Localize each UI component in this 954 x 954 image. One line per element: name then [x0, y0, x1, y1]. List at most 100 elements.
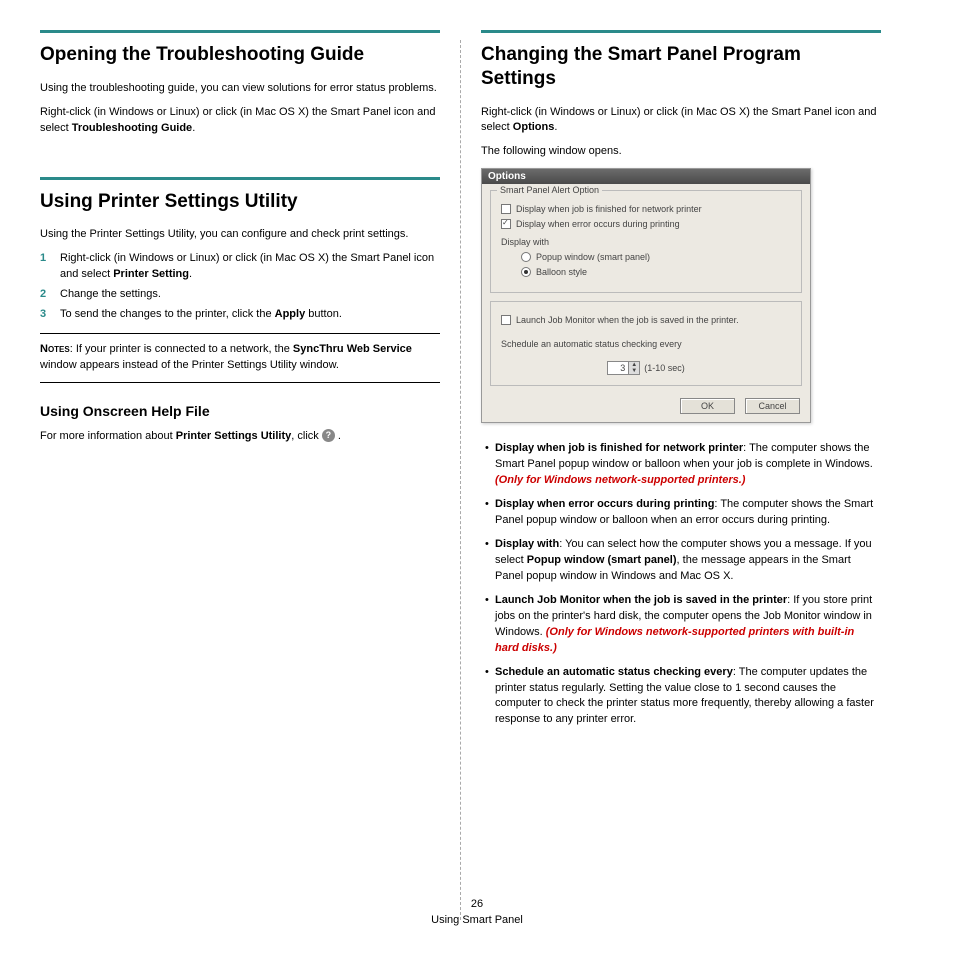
paragraph: The following window opens.	[481, 144, 881, 160]
dialog-body: Smart Panel Alert Option Display when jo…	[482, 184, 810, 422]
bullet-text: Display when job is finished for network…	[495, 441, 881, 489]
radio-label: Balloon style	[536, 267, 587, 277]
heading-troubleshooting: Opening the Troubleshooting Guide	[40, 30, 440, 67]
text: button.	[305, 308, 342, 320]
page-number: 26	[0, 897, 954, 912]
step-number: 3	[40, 307, 60, 323]
checkbox-label: Display when job is finished for network…	[516, 204, 702, 214]
radio-popup[interactable]	[521, 252, 531, 262]
text: Change the settings.	[60, 288, 161, 300]
notes-box: Notes: If your printer is connected to a…	[40, 333, 440, 383]
paragraph: Using the troubleshooting guide, you can…	[40, 81, 440, 97]
bullet-text: Schedule an automatic status checking ev…	[495, 665, 881, 729]
bullet-icon: •	[481, 497, 495, 529]
footer: 26 Using Smart Panel	[0, 897, 954, 928]
ok-button[interactable]: OK	[680, 398, 735, 414]
checkbox-label: Display when error occurs during printin…	[516, 219, 680, 229]
page: Opening the Troubleshooting Guide Using …	[0, 0, 954, 920]
right-column: Changing the Smart Panel Program Setting…	[461, 30, 881, 920]
text: For more information about	[40, 430, 176, 442]
bullet-text: Display with: You can select how the com…	[495, 537, 881, 585]
radio-row: Balloon style	[521, 267, 791, 277]
schedule-label: Schedule an automatic status checking ev…	[501, 339, 791, 349]
bold-text: Launch Job Monitor when the job is saved…	[495, 594, 787, 606]
spinner-unit: (1-10 sec)	[644, 363, 685, 373]
checkbox-error-printing[interactable]	[501, 219, 511, 229]
checkbox-label: Launch Job Monitor when the job is saved…	[516, 315, 739, 325]
notes-label: Notes	[40, 343, 70, 355]
heading-utility: Using Printer Settings Utility	[40, 177, 440, 214]
radio-balloon[interactable]	[521, 267, 531, 277]
bold-text: Popup window (smart panel)	[527, 554, 677, 566]
step-text: Change the settings.	[60, 287, 440, 303]
bold-text: Printer Setting	[113, 268, 189, 280]
checkbox-job-monitor[interactable]	[501, 315, 511, 325]
bold-text: Schedule an automatic status checking ev…	[495, 666, 733, 678]
note-red: (Only for Windows network-supported prin…	[495, 474, 745, 486]
checkbox-row: Display when job is finished for network…	[501, 204, 791, 214]
paragraph: Right-click (in Windows or Linux) or cli…	[481, 105, 881, 137]
bold-text: Apply	[275, 308, 306, 320]
paragraph: Using the Printer Settings Utility, you …	[40, 227, 440, 243]
radio-label: Popup window (smart panel)	[536, 252, 650, 262]
text: To send the changes to the printer, clic…	[60, 308, 275, 320]
checkbox-row: Display when error occurs during printin…	[501, 219, 791, 229]
bold-text: Display with	[495, 538, 559, 550]
heading-change-settings: Changing the Smart Panel Program Setting…	[481, 30, 881, 91]
dialog-titlebar: Options	[482, 169, 810, 184]
paragraph: Right-click (in Windows or Linux) or cli…	[40, 105, 440, 137]
bold-text: SyncThru Web Service	[293, 343, 412, 355]
step-number: 1	[40, 251, 60, 283]
text: window appears instead of the Printer Se…	[40, 359, 339, 371]
cancel-button[interactable]: Cancel	[745, 398, 800, 414]
text: .	[189, 268, 192, 280]
text: , click	[291, 430, 322, 442]
list-item: • Schedule an automatic status checking …	[481, 665, 881, 729]
heading-help: Using Onscreen Help File	[40, 403, 440, 419]
step-text: To send the changes to the printer, clic…	[60, 307, 440, 323]
list-item: • Display with: You can select how the c…	[481, 537, 881, 585]
bold-text: Display when job is finished for network…	[495, 442, 743, 454]
text: .	[335, 430, 341, 442]
display-with-label: Display with	[501, 237, 791, 247]
list-item: 3 To send the changes to the printer, cl…	[40, 307, 440, 323]
list-item: 2 Change the settings.	[40, 287, 440, 303]
bold-text: Troubleshooting Guide	[72, 122, 192, 134]
radio-row: Popup window (smart panel)	[521, 252, 791, 262]
bold-text: Display when error occurs during printin…	[495, 498, 714, 510]
bullet-icon: •	[481, 665, 495, 729]
bold-text: Printer Settings Utility	[176, 430, 292, 442]
interval-spinner[interactable]: 3 ▲ ▼	[607, 361, 640, 375]
left-column: Opening the Troubleshooting Guide Using …	[40, 30, 460, 920]
dialog-buttons: OK Cancel	[490, 394, 802, 414]
step-text: Right-click (in Windows or Linux) or cli…	[60, 251, 440, 283]
bullet-text: Display when error occurs during printin…	[495, 497, 881, 529]
fieldset-monitor: Launch Job Monitor when the job is saved…	[490, 301, 802, 386]
bullet-icon: •	[481, 441, 495, 489]
bold-text: Options	[513, 121, 555, 133]
checkbox-row: Launch Job Monitor when the job is saved…	[501, 315, 791, 325]
schedule-row: 3 ▲ ▼ (1-10 sec)	[501, 361, 791, 375]
step-number: 2	[40, 287, 60, 303]
spinner-down-icon[interactable]: ▼	[629, 368, 639, 374]
fieldset-legend: Smart Panel Alert Option	[497, 185, 602, 195]
options-dialog: Options Smart Panel Alert Option Display…	[481, 168, 811, 423]
bullet-list: • Display when job is finished for netwo…	[481, 441, 881, 728]
text: .	[554, 121, 557, 133]
note-red: (Only for Windows network-supported prin…	[495, 626, 854, 654]
list-item: • Display when job is finished for netwo…	[481, 441, 881, 489]
list-item: 1 Right-click (in Windows or Linux) or c…	[40, 251, 440, 283]
help-icon[interactable]: ?	[322, 429, 335, 442]
ordered-list: 1 Right-click (in Windows or Linux) or c…	[40, 251, 440, 323]
list-item: • Launch Job Monitor when the job is sav…	[481, 593, 881, 657]
text: : If your printer is connected to a netw…	[70, 343, 293, 355]
spinner-value: 3	[608, 362, 628, 374]
list-item: • Display when error occurs during print…	[481, 497, 881, 529]
spinner-buttons: ▲ ▼	[628, 362, 639, 374]
bullet-icon: •	[481, 593, 495, 657]
bullet-text: Launch Job Monitor when the job is saved…	[495, 593, 881, 657]
paragraph: For more information about Printer Setti…	[40, 429, 440, 445]
footer-section: Using Smart Panel	[0, 913, 954, 928]
text: .	[192, 122, 195, 134]
checkbox-network-finished[interactable]	[501, 204, 511, 214]
